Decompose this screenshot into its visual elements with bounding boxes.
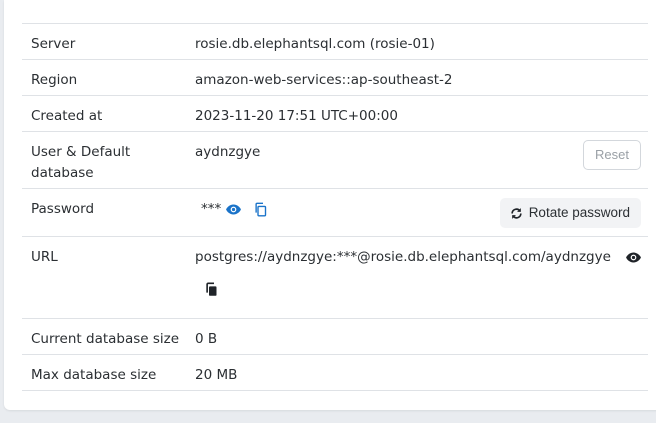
eye-icon[interactable]: [225, 201, 242, 218]
created-label: Created at: [22, 95, 186, 132]
detail-row-url: URL postgres://aydnzgye:***@rosie.db.ele…: [22, 236, 648, 319]
rotate-password-label: Rotate password: [528, 205, 630, 220]
url-line: postgres://aydnzgye:***@rosie.db.elephan…: [195, 247, 648, 268]
reset-button[interactable]: Reset: [583, 140, 641, 170]
details-table: Server rosie.db.elephantsql.com (rosie-0…: [22, 23, 648, 391]
max-size-label: Max database size: [22, 354, 186, 391]
detail-row-current-size: Current database size 0 B: [22, 318, 648, 355]
detail-row-server: Server rosie.db.elephantsql.com (rosie-0…: [22, 23, 648, 60]
detail-row-password: Password *** Rotate password: [22, 188, 648, 237]
url-value: postgres://aydnzgye:***@rosie.db.elephan…: [195, 249, 611, 265]
created-value: 2023-11-20 17:51 UTC+00:00: [186, 95, 648, 132]
refresh-icon: [510, 207, 523, 220]
server-label: Server: [22, 23, 186, 60]
detail-row-created: Created at 2023-11-20 17:51 UTC+00:00: [22, 95, 648, 132]
max-size-value: 20 MB: [186, 354, 648, 391]
server-value: rosie.db.elephantsql.com (rosie-01): [186, 23, 648, 60]
rotate-password-button[interactable]: Rotate password: [499, 198, 641, 228]
user-value: aydnzgye: [195, 144, 261, 160]
current-size-label: Current database size: [22, 318, 186, 355]
detail-row-region: Region amazon-web-services::ap-southeast…: [22, 59, 648, 96]
eye-icon[interactable]: [625, 249, 642, 266]
detail-row-user: User & Default database aydnzgye Reset: [22, 131, 648, 189]
password-label: Password: [22, 188, 186, 237]
copy-icon[interactable]: [253, 202, 268, 217]
user-label: User & Default database: [22, 131, 186, 189]
detail-row-max-size: Max database size 20 MB: [22, 354, 648, 391]
url-cell: postgres://aydnzgye:***@rosie.db.elephan…: [186, 236, 648, 319]
user-cell: aydnzgye Reset: [186, 131, 648, 189]
current-size-value: 0 B: [186, 318, 648, 355]
password-masked: ***: [201, 201, 222, 217]
region-value: amazon-web-services::ap-southeast-2: [186, 59, 648, 96]
region-label: Region: [22, 59, 186, 96]
url-label: URL: [22, 236, 186, 319]
copy-icon[interactable]: [204, 282, 648, 304]
instance-details-card: Server rosie.db.elephantsql.com (rosie-0…: [4, 0, 656, 410]
password-cell: *** Rotate password: [186, 188, 648, 237]
